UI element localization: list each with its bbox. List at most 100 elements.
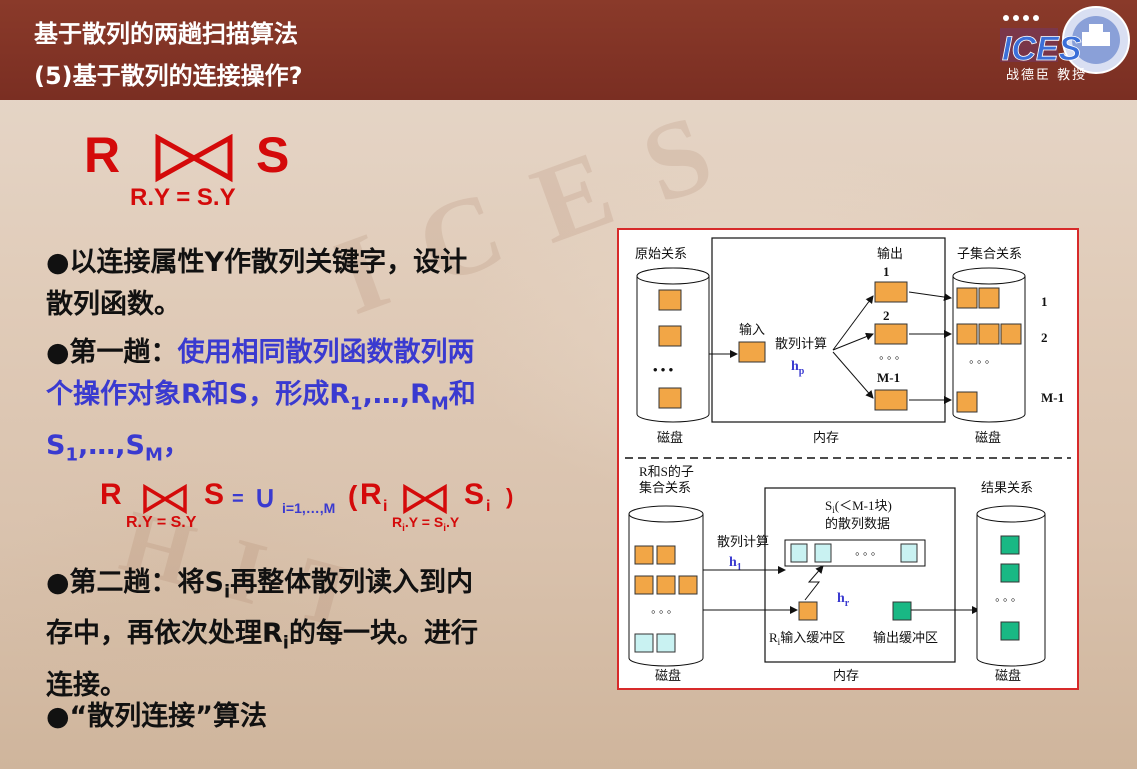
top-dots-right: ◦ ◦ ◦ xyxy=(969,354,989,369)
top-hash-calc: 散列计算 xyxy=(775,336,827,351)
top-memory-label: 内存 xyxy=(813,430,839,445)
bot-disk1-label: 磁盘 xyxy=(655,668,681,683)
bot-memory-label: 内存 xyxy=(833,668,859,683)
bot-output-buf: 输出缓冲区 xyxy=(873,630,938,645)
b2-l2a: 个操作对象R和S，形成R xyxy=(46,379,351,410)
bot-rs-subset-2: 集合关系 xyxy=(639,480,691,495)
output-buffer xyxy=(892,601,912,621)
b2-subM: M xyxy=(430,393,449,415)
logo-caption: 战德臣 教授 xyxy=(1006,68,1088,83)
formula-right-relation: S xyxy=(256,127,290,183)
uf-cond2: Ri.Y = Si.Y xyxy=(392,514,459,534)
b3-l2a: 存中，再依次处理R xyxy=(46,618,283,650)
slide-title: 基于散列的两趟扫描算法 xyxy=(34,20,298,48)
uf-open: ( xyxy=(348,480,358,511)
ri-input-buffer xyxy=(798,601,818,621)
bullet-3-line1: ●第二趟：将Si再整体散列读入到内 xyxy=(46,567,473,602)
bot-si-line2: 的散列数据 xyxy=(825,516,890,531)
top-subset-rel: 子集合关系 xyxy=(957,246,1022,261)
bot-disk-right xyxy=(976,505,1046,667)
block xyxy=(1000,535,1020,555)
bullet-3-line2: 存中，再依次处理Ri的每一块。进行 xyxy=(46,618,478,653)
b3-l1a: ●第二趟：将S xyxy=(46,567,225,598)
b2-sub1: 1 xyxy=(350,393,363,415)
uf-c2a: R xyxy=(392,514,403,530)
block xyxy=(956,323,978,345)
join-symbol xyxy=(155,134,233,183)
bot-hash-calc: 散列计算 xyxy=(717,534,769,549)
uf-equals: = xyxy=(232,488,244,510)
block xyxy=(634,575,654,595)
block xyxy=(656,575,676,595)
bullet-2-line3: S1,…,SM， xyxy=(46,430,190,465)
bullet-4: ●“散列连接”算法 xyxy=(46,701,268,732)
uf-cond: R.Y = S.Y xyxy=(126,514,197,531)
bullet-1: ●以连接属性Y作散列关键字，设计 散列函数。 xyxy=(46,242,467,326)
uf-S: S xyxy=(204,478,225,511)
bot-ri-input: Ri输入缓冲区 xyxy=(769,630,845,647)
b2-l2c: 和 xyxy=(448,379,476,410)
top-dots-left: • • • xyxy=(653,362,674,377)
uf-Ri-sub: i xyxy=(383,498,388,515)
top-hp: hp xyxy=(791,359,805,377)
block xyxy=(634,545,654,565)
bot-result-rel: 结果关系 xyxy=(981,480,1033,495)
bullet-2-line2: 个操作对象R和S，形成R1,…,RM和 xyxy=(46,379,476,414)
top-input-label: 输入 xyxy=(739,322,765,337)
top-r2: 2 xyxy=(1041,330,1048,345)
block xyxy=(658,325,682,347)
top-r1: 1 xyxy=(1041,294,1048,309)
uf-join-symbol xyxy=(143,484,187,514)
b2-l3subM: M xyxy=(144,444,163,466)
arrow xyxy=(832,351,874,399)
block xyxy=(790,543,808,563)
block xyxy=(1000,621,1020,641)
block xyxy=(678,575,698,595)
top-output-label: 输出 xyxy=(877,246,903,261)
bot-hr: hr xyxy=(837,591,850,609)
uf-Ri: R xyxy=(360,478,382,511)
block xyxy=(658,289,682,311)
top-b1: 1 xyxy=(883,264,890,279)
formula-left-relation: R xyxy=(84,127,121,183)
bullet-1-line2: 散列函数。 xyxy=(46,289,181,320)
block xyxy=(978,287,1000,309)
formula-condition: R.Y = S.Y xyxy=(130,184,236,211)
out-block xyxy=(874,281,908,303)
block xyxy=(634,633,654,653)
bot-dots-right: ◦ ◦ ◦ xyxy=(995,592,1015,607)
bullet-2-prefix: ●第一趟： xyxy=(46,337,178,368)
top-dots-mid: ◦ ◦ ◦ xyxy=(879,350,899,365)
uf-join-symbol-2 xyxy=(403,484,447,514)
uf-c2c: .Y xyxy=(445,514,460,530)
bullet-2: ●第一趟：使用相同散列函数散列两 个操作对象R和S，形成R1,…,RM和 S1,… xyxy=(46,332,476,477)
union-formula: R S R.Y = S.Y = ∪ i=1,…,M ( R i S i Ri.Y… xyxy=(100,478,530,538)
top-disk1-label: 磁盘 xyxy=(657,430,683,445)
out-block xyxy=(874,389,908,411)
logo-text: ICES xyxy=(1002,30,1082,68)
b2-l3c: ， xyxy=(162,430,190,462)
bot-dots-mid: ◦ ◦ ◦ xyxy=(855,546,875,561)
block xyxy=(956,287,978,309)
block xyxy=(658,387,682,409)
b2-l3sub1: 1 xyxy=(65,444,78,466)
bot-rs-subset-1: R和S的子 xyxy=(639,464,694,479)
b2-l2b: ,…,R xyxy=(362,379,431,410)
block xyxy=(1000,323,1022,345)
uf-close: ) xyxy=(506,484,514,509)
out-block xyxy=(874,323,908,345)
block xyxy=(1000,563,1020,583)
top-bm1: M-1 xyxy=(877,370,900,385)
top-rm1: M-1 xyxy=(1041,390,1064,405)
bot-dots-left: ◦ ◦ ◦ xyxy=(651,604,671,619)
b3-l2b: 的每一块。进行 xyxy=(288,618,478,650)
hr-arrow xyxy=(804,565,824,601)
block xyxy=(978,323,1000,345)
bullet-2-text: 使用相同散列函数散列两 xyxy=(177,337,475,368)
uf-union-sub: i=1,…,M xyxy=(282,500,336,516)
block xyxy=(956,391,978,413)
hash-join-diagram: 原始关系 • • • 磁盘 输入 散列计算 hp 输出 1 2 ◦ ◦ ◦ M-… xyxy=(617,228,1079,690)
top-disk2-label: 磁盘 xyxy=(975,430,1001,445)
top-orig-rel: 原始关系 xyxy=(635,246,687,261)
input-block xyxy=(738,341,766,363)
